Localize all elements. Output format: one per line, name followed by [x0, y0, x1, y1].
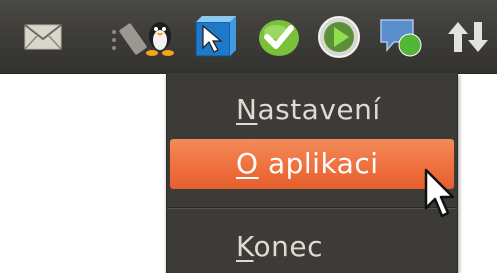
- context-menu: Nastavení O aplikaci Konec: [166, 73, 458, 273]
- menu-item-about[interactable]: O aplikaci: [170, 139, 454, 189]
- play-icon[interactable]: [316, 14, 362, 60]
- menu-item-about-label: aplikaci: [258, 147, 379, 180]
- menu-item-settings-mnemonic: N: [236, 93, 258, 126]
- menu-item-about-mnemonic: O: [236, 147, 259, 180]
- chat-icon[interactable]: [378, 14, 424, 60]
- penguin-icon[interactable]: [110, 14, 182, 60]
- network-arrows-icon[interactable]: [446, 14, 492, 60]
- menu-item-quit-mnemonic: K: [236, 230, 254, 263]
- menu-item-quit-label: onec: [253, 230, 323, 263]
- menu-item-settings-label: astavení: [257, 93, 381, 126]
- desktop-screen: Nastavení O aplikaci Konec: [0, 0, 497, 273]
- check-icon[interactable]: [256, 14, 302, 60]
- cursor-app-icon[interactable]: [192, 14, 238, 60]
- mail-icon[interactable]: [20, 14, 66, 60]
- menu-separator: [167, 207, 457, 209]
- top-panel: [0, 0, 497, 74]
- menu-item-quit[interactable]: Konec: [170, 222, 454, 272]
- menu-item-settings[interactable]: Nastavení: [170, 85, 454, 135]
- mouse-pointer-icon: [424, 168, 456, 224]
